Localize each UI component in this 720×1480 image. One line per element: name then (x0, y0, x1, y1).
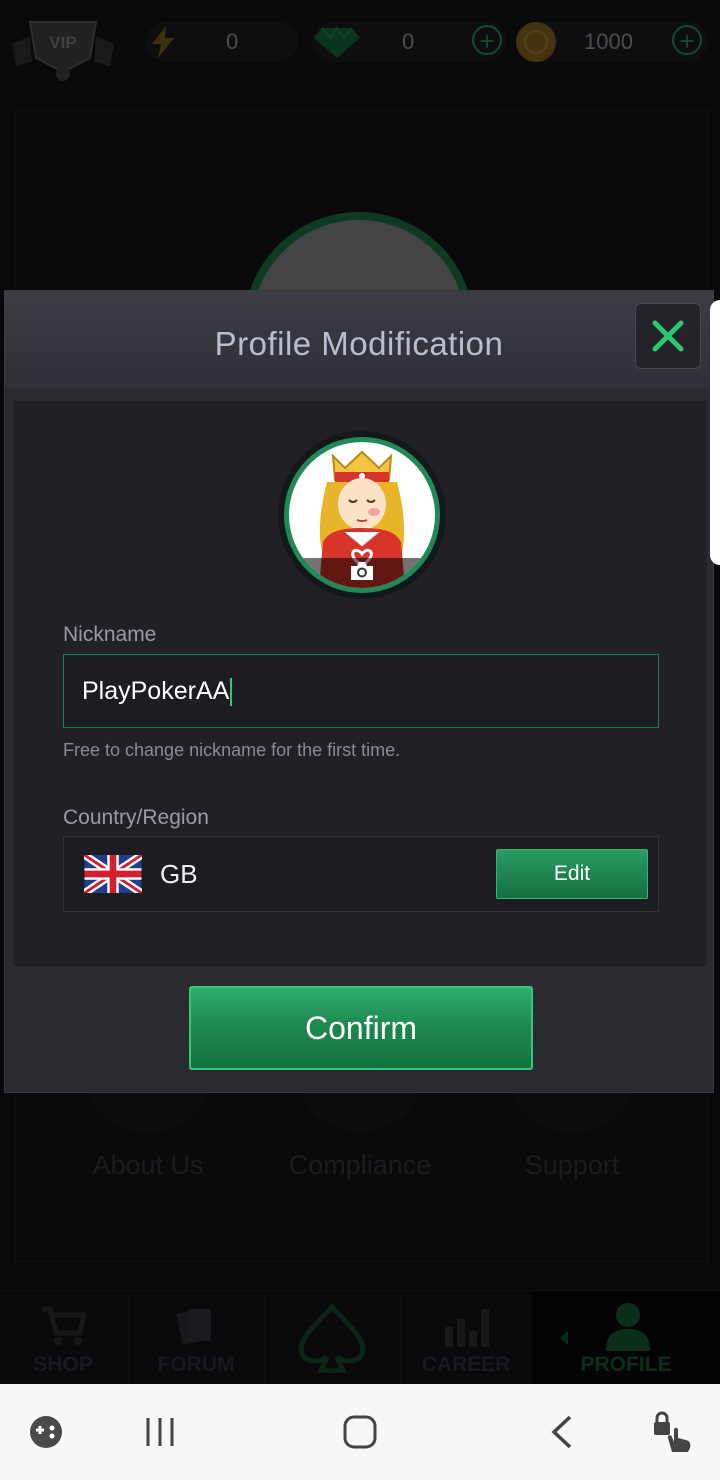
dialog-title: Profile Modification (214, 325, 504, 362)
camera-icon[interactable] (349, 561, 375, 581)
game-tools-icon (30, 1416, 62, 1448)
nickname-value: PlayPokerAA (82, 677, 230, 705)
avatar-frame[interactable] (278, 431, 446, 599)
close-button[interactable] (635, 303, 701, 369)
close-icon (652, 320, 684, 352)
nickname-hint: Free to change nickname for the first ti… (63, 740, 401, 760)
home-icon (343, 1415, 377, 1449)
nickname-input[interactable]: PlayPokerAA (63, 654, 659, 728)
home-button[interactable] (334, 1406, 386, 1458)
touch-lock-icon (654, 1411, 691, 1452)
uk-flag-icon (84, 855, 142, 893)
system-navigation-bar (0, 1384, 720, 1480)
game-tools-button[interactable] (20, 1406, 72, 1458)
nickname-label: Nickname (63, 623, 157, 646)
recent-apps-icon (146, 1418, 174, 1446)
avatar-ring (284, 437, 440, 593)
recent-apps-button[interactable] (134, 1406, 186, 1458)
country-code: GB (160, 859, 198, 889)
country-label: Country/Region (63, 806, 209, 829)
confirm-button[interactable]: Confirm (189, 986, 533, 1070)
text-cursor (230, 678, 233, 707)
edit-country-button[interactable]: Edit (496, 849, 648, 899)
profile-modification-dialog: Profile Modification Nickname PlayPokerA… (4, 290, 714, 1093)
avatar[interactable] (289, 442, 435, 588)
edge-panel-handle[interactable] (710, 300, 720, 565)
touch-lock-button[interactable] (646, 1406, 698, 1458)
back-icon (551, 1415, 572, 1449)
dialog-header: Profile Modification (5, 291, 713, 389)
back-button[interactable] (536, 1406, 588, 1458)
country-field: GB Edit (63, 836, 659, 912)
